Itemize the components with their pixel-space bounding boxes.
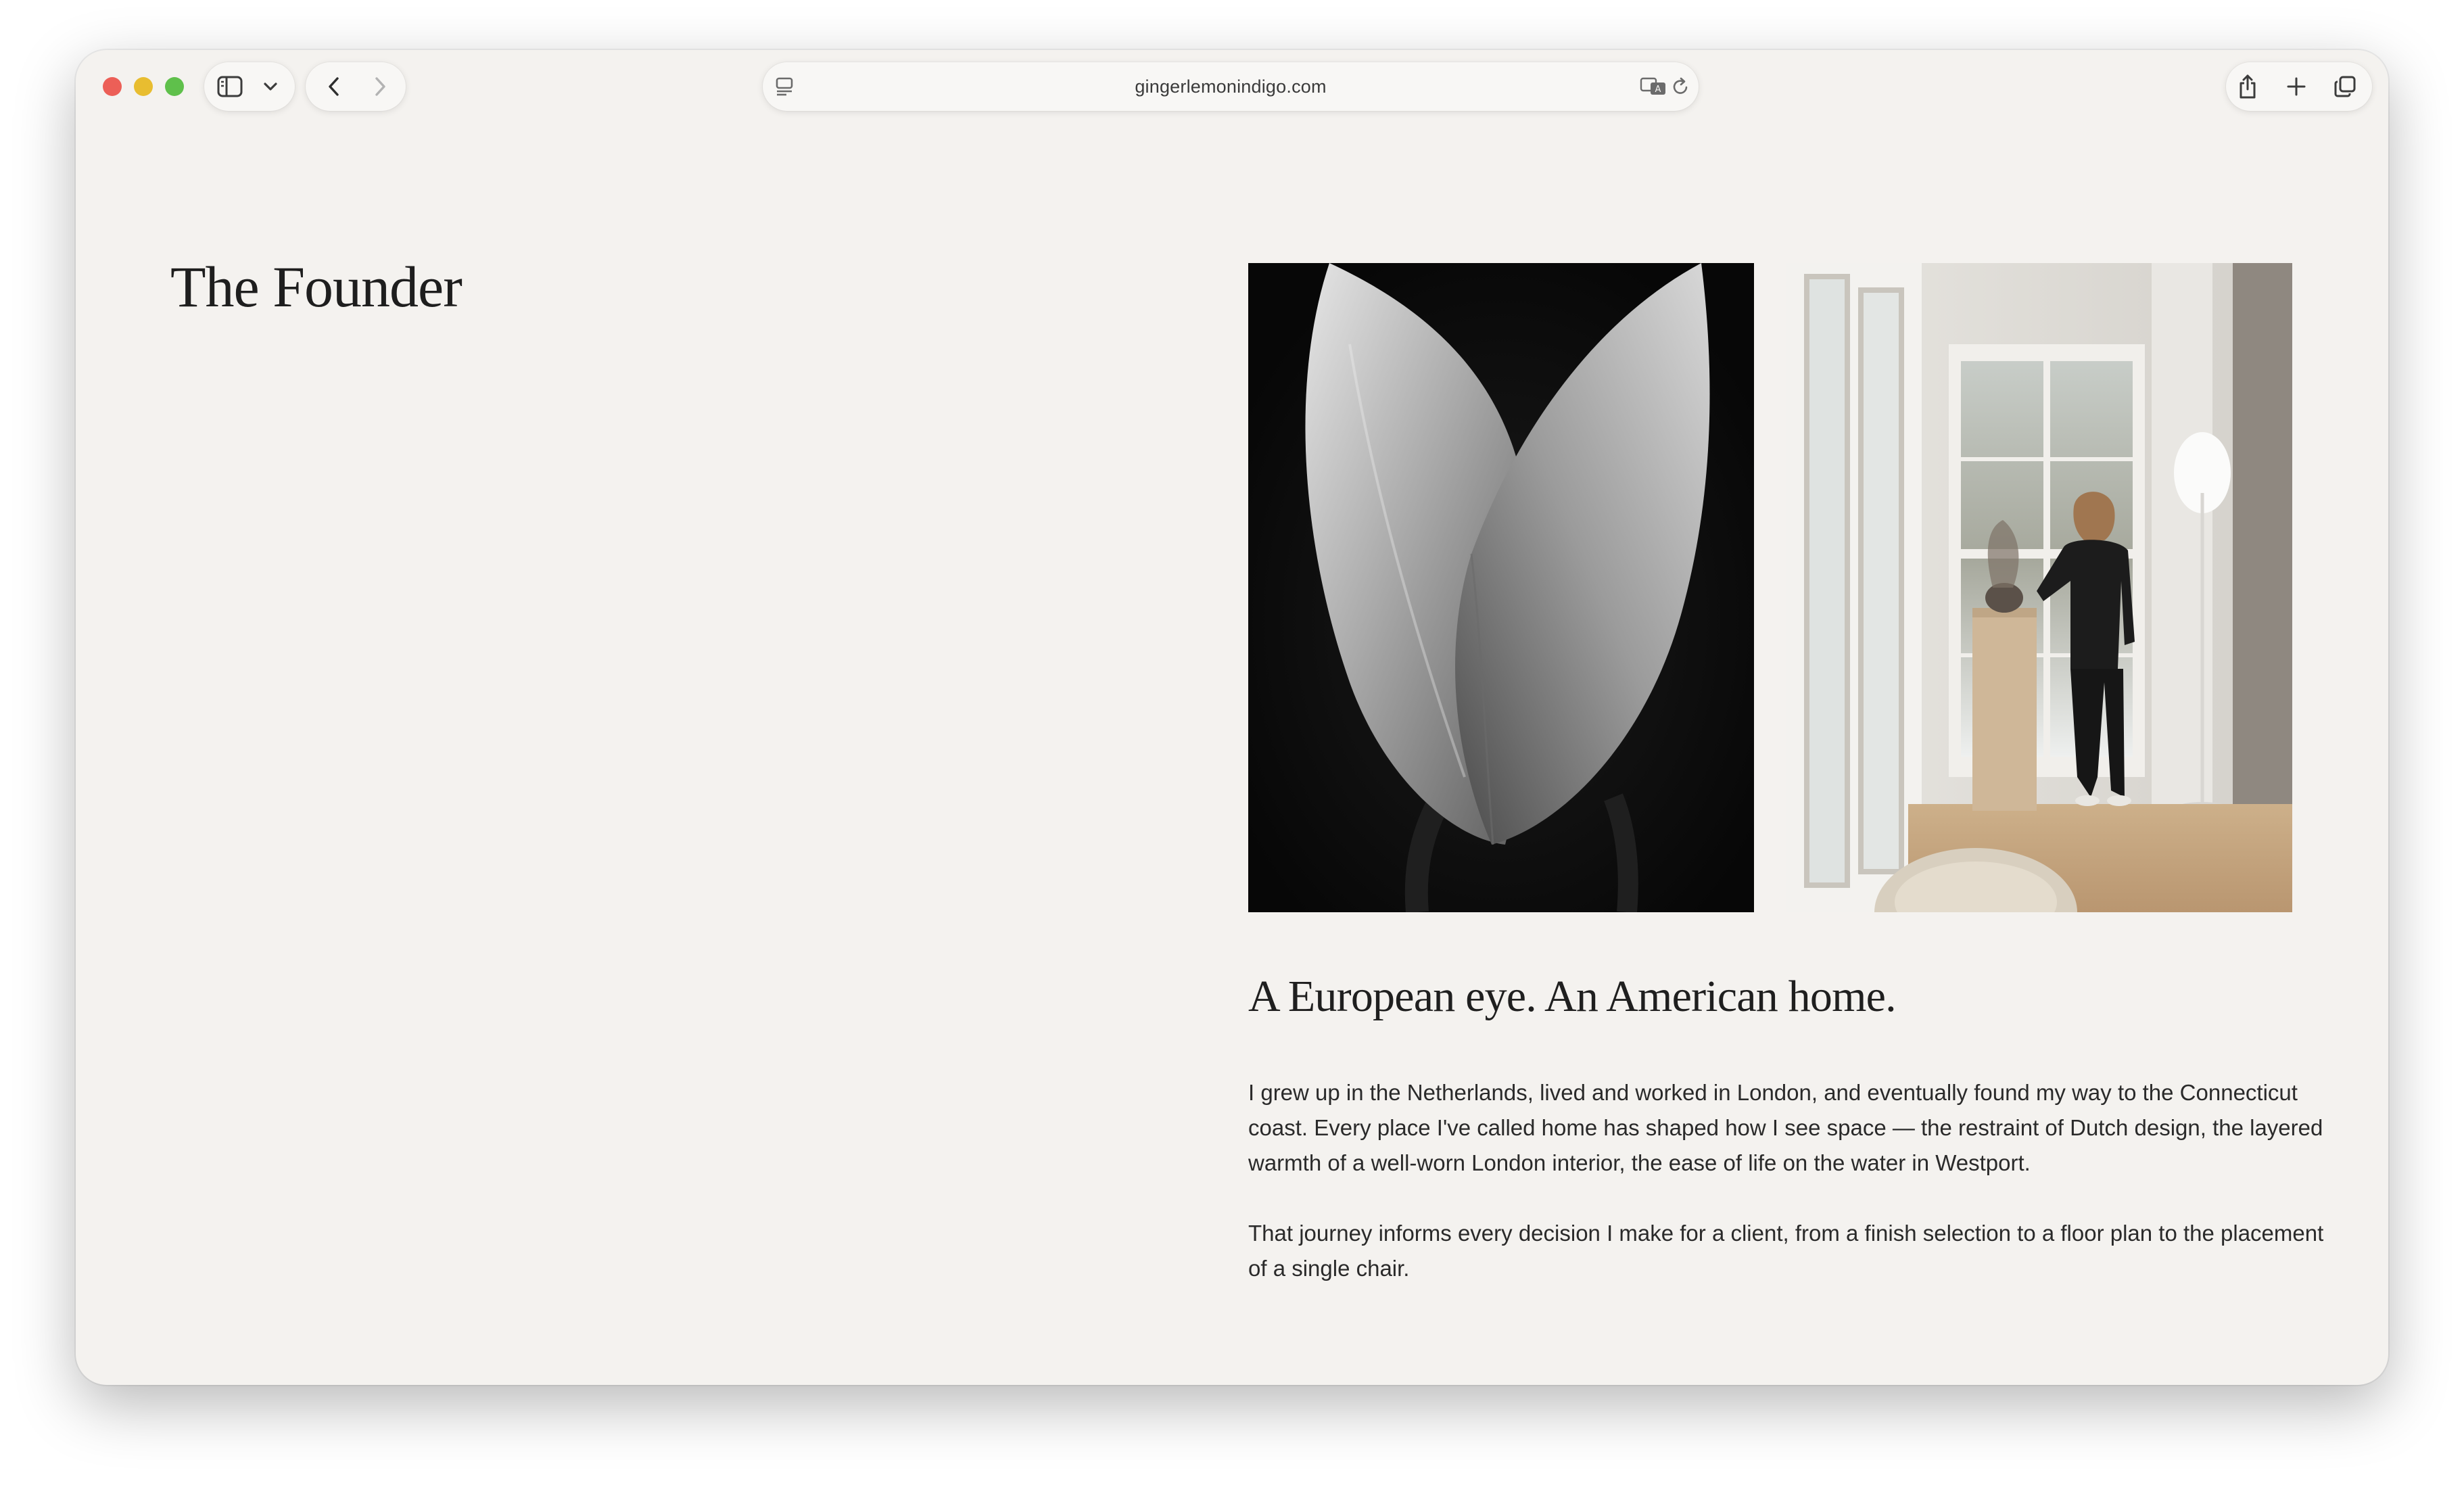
close-window-button[interactable] [103,77,122,96]
sidebar-icon[interactable] [216,74,243,99]
url-text[interactable]: gingerlemonindigo.com [763,62,1699,111]
browser-window: gingerlemonindigo.com A The Founder A Eu… [76,50,2388,1385]
journey-paragraph: That journey informs every decision I ma… [1248,1221,2324,1281]
forward-icon[interactable] [368,74,392,99]
minimize-window-button[interactable] [134,77,153,96]
intro-paragraph: I grew up in the Netherlands, lived and … [1248,1080,2323,1175]
share-icon[interactable] [2234,73,2261,100]
zoom-window-button[interactable] [165,77,184,96]
chevron-down-icon[interactable] [260,77,281,96]
page-title: The Founder [170,254,463,319]
browser-toolbar: gingerlemonindigo.com A [76,50,2388,124]
svg-text:A: A [1655,85,1661,95]
window-actions [2226,62,2372,111]
navigation-controls [306,62,406,111]
tab-overview-icon[interactable] [2331,74,2359,99]
back-icon[interactable] [322,74,346,99]
flower-photo [1248,263,1754,912]
translate-icon[interactable]: A [1639,74,1669,99]
founder-photo [1786,263,2292,912]
reload-icon[interactable] [1669,74,1693,99]
address-bar[interactable]: gingerlemonindigo.com A [763,62,1699,111]
sidebar-control [204,62,295,111]
new-tab-icon[interactable] [2284,74,2308,99]
section-heading: A European eye. An American home. [1248,972,1897,1021]
